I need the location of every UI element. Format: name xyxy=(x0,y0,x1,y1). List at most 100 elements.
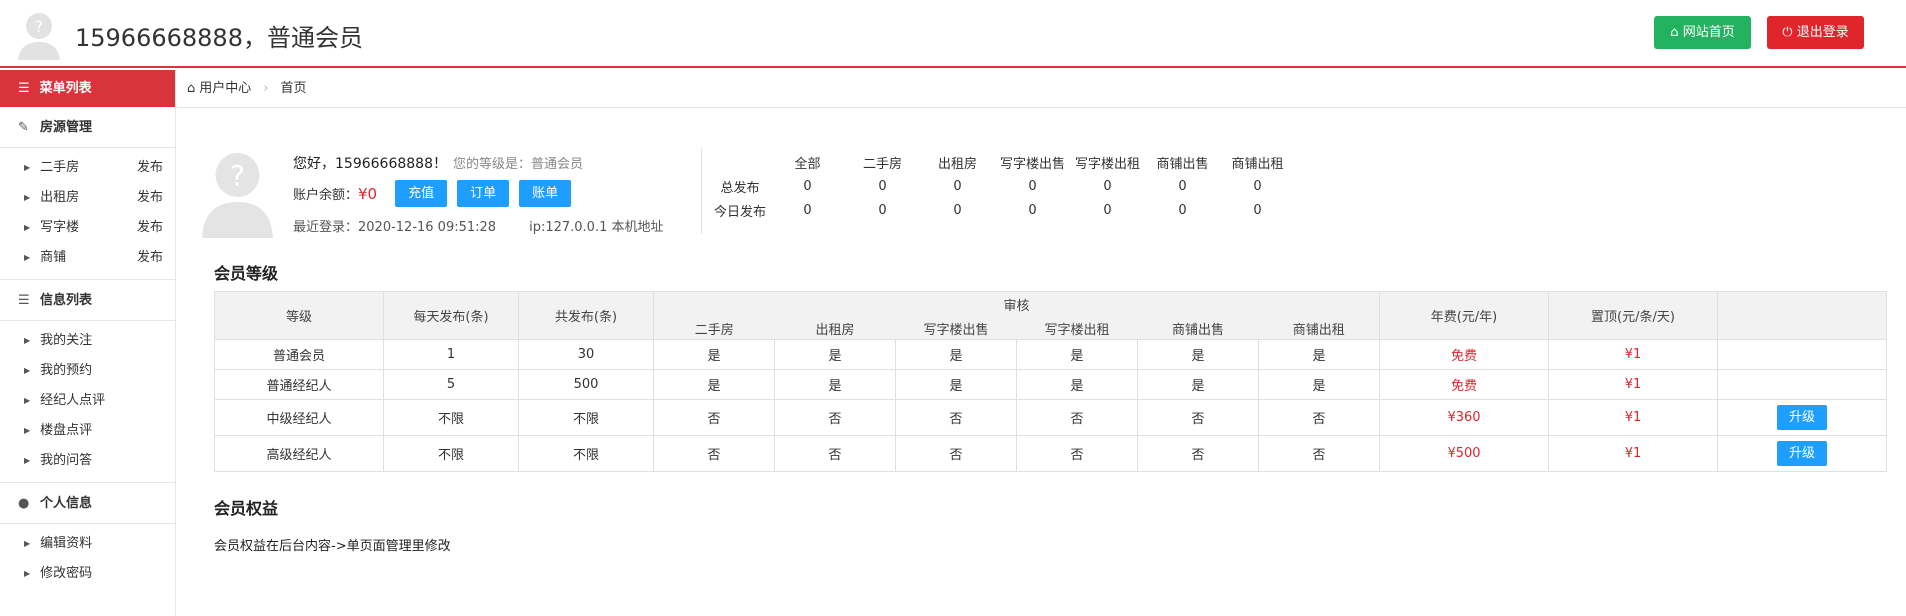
cell-level: 普通会员 xyxy=(214,339,384,370)
cell-audit: 是 xyxy=(1137,369,1259,400)
sidebar-item-label: 编辑资料 xyxy=(40,536,93,551)
table-header-row: 等级 每天发布(条) 共发布(条) 审核 年费(元/年) 置顶(元/条/天) xyxy=(214,291,1887,340)
upgrade-button[interactable]: 升级 xyxy=(1777,405,1827,430)
stats-header: 写字楼出租 xyxy=(1074,156,1140,172)
stats-value: 0 xyxy=(1178,178,1187,194)
publish-link[interactable]: 发布 xyxy=(137,243,163,273)
greeting: 您好，15966668888！ 您的等级是：普通会员 xyxy=(293,153,583,173)
logout-button[interactable]: ⏻ 退出登录 xyxy=(1767,16,1864,49)
stats-row-label: 今日发布 xyxy=(713,204,766,220)
breadcrumb: ⌂ 用户中心 › 首页 xyxy=(177,70,1906,108)
breadcrumb-separator: › xyxy=(263,81,269,96)
caret-right-icon: ▶ xyxy=(24,539,31,548)
sidebar-item-label: 经纪人点评 xyxy=(40,393,106,408)
breadcrumb-root[interactable]: 用户中心 xyxy=(199,81,251,96)
stats-header-row: 全部 二手房 出租房 写字楼出售 写字楼出租 商铺出售 商铺出租 xyxy=(710,150,1295,174)
sidebar-group-info[interactable]: ☰ 信息列表 xyxy=(0,280,175,321)
col-audit-sub: 写字楼出租 xyxy=(1016,317,1138,340)
sidebar-group-house[interactable]: ✎ 房源管理 xyxy=(0,107,175,148)
sidebar-item-estate-review[interactable]: ▶ 楼盘点评 xyxy=(0,416,175,446)
cell-action: 升级 xyxy=(1717,399,1887,436)
orders-button[interactable]: 订单 xyxy=(457,180,510,207)
sidebar-item-chuzufang[interactable]: ▶ 出租房 发布 xyxy=(0,183,175,213)
stats-value: 0 xyxy=(803,178,812,194)
svg-text:?: ? xyxy=(230,159,245,192)
cell-total: 500 xyxy=(518,369,654,400)
table-row: 普通会员 1 30 是 是 是 是 是 是 免费 ¥1 xyxy=(214,339,1887,370)
stats-header: 商铺出售 xyxy=(1156,156,1209,172)
table-row: 中级经纪人 不限 不限 否 否 否 否 否 否 ¥360 ¥1 升级 xyxy=(214,399,1887,436)
cell-level: 普通经纪人 xyxy=(214,369,384,400)
member-level-title: 会员等级 xyxy=(214,264,279,283)
cell-audit: 否 xyxy=(774,399,896,436)
cell-audit: 是 xyxy=(1137,339,1259,370)
sidebar-item-label: 我的预约 xyxy=(40,363,93,378)
home-icon: ⌂ xyxy=(187,81,196,96)
balance-row: 账户余额：¥0 充值 订单 账单 xyxy=(293,180,581,208)
member-rights-text: 会员权益在后台内容->单页面管理里修改 xyxy=(214,539,451,554)
stats-value: 0 xyxy=(878,178,887,194)
cell-audit: 否 xyxy=(653,435,775,472)
sidebar-item-change-password[interactable]: ▶ 修改密码 xyxy=(0,559,175,589)
cell-total: 不限 xyxy=(518,399,654,436)
cell-audit: 否 xyxy=(653,399,775,436)
col-level: 等级 xyxy=(214,291,384,340)
col-audit-sub: 商铺出售 xyxy=(1137,317,1259,340)
menu-list-icon: ☰ xyxy=(18,81,30,96)
group-title-label: 房源管理 xyxy=(40,120,93,135)
cell-level: 中级经纪人 xyxy=(214,399,384,436)
cell-top: ¥1 xyxy=(1548,369,1718,400)
col-fee: 年费(元/年) xyxy=(1379,291,1549,340)
cell-top: ¥1 xyxy=(1548,399,1718,436)
sidebar-group-personal[interactable]: ● 个人信息 xyxy=(0,483,175,524)
sidebar-item-xiezilou[interactable]: ▶ 写字楼 发布 xyxy=(0,213,175,243)
sidebar-item-ershoufang[interactable]: ▶ 二手房 发布 xyxy=(0,153,175,183)
stats-value: 0 xyxy=(953,178,962,194)
sidebar-item-booking[interactable]: ▶ 我的预约 xyxy=(0,356,175,386)
user-title: 15966668888，普通会员 xyxy=(75,24,363,52)
caret-right-icon: ▶ xyxy=(24,223,31,232)
publish-link[interactable]: 发布 xyxy=(137,183,163,213)
site-home-button[interactable]: ⌂ 网站首页 xyxy=(1654,16,1751,49)
cell-action xyxy=(1717,339,1887,370)
cell-audit: 是 xyxy=(653,369,775,400)
sidebar-item-agent-review[interactable]: ▶ 经纪人点评 xyxy=(0,386,175,416)
sidebar-item-qa[interactable]: ▶ 我的问答 xyxy=(0,446,175,476)
breadcrumb-current: 首页 xyxy=(280,81,307,96)
stats-value: 0 xyxy=(1253,202,1262,218)
last-login-time: 最近登录：2020-12-16 09:51:28 xyxy=(293,220,497,235)
sidebar-item-label: 我的关注 xyxy=(40,333,93,348)
sidebar-item-shangpu[interactable]: ▶ 商铺 发布 xyxy=(0,243,175,273)
table-row: 高级经纪人 不限 不限 否 否 否 否 否 否 ¥500 ¥1 升级 xyxy=(214,435,1887,472)
cell-audit: 否 xyxy=(1137,435,1259,472)
sidebar-item-label: 写字楼 xyxy=(40,220,80,235)
sidebar-house-list: ▶ 二手房 发布 ▶ 出租房 发布 ▶ 写字楼 发布 ▶ 商铺 发布 xyxy=(0,148,175,280)
menu-head-label: 菜单列表 xyxy=(39,81,92,96)
publish-link[interactable]: 发布 xyxy=(137,153,163,183)
cell-audit: 是 xyxy=(1016,369,1138,400)
caret-right-icon: ▶ xyxy=(24,366,31,375)
sidebar-item-follow[interactable]: ▶ 我的关注 xyxy=(0,326,175,356)
caret-right-icon: ▶ xyxy=(24,253,31,262)
sidebar-item-label: 修改密码 xyxy=(40,566,93,581)
stats-value: 0 xyxy=(1178,202,1187,218)
cell-top: ¥1 xyxy=(1548,435,1718,472)
cell-daily: 不限 xyxy=(383,399,519,436)
bills-button[interactable]: 账单 xyxy=(519,180,572,207)
user-icon: ● xyxy=(18,496,30,511)
caret-right-icon: ▶ xyxy=(24,336,31,345)
col-top: 置顶(元/条/天) xyxy=(1548,291,1718,340)
sidebar: ☰ 菜单列表 ✎ 房源管理 ▶ 二手房 发布 ▶ 出租房 发布 ▶ 写字楼 发布 ▶ 商铺 发布 ☰… xyxy=(0,70,176,616)
cell-audit: 否 xyxy=(895,399,1017,436)
sidebar-item-edit-profile[interactable]: ▶ 编辑资料 xyxy=(0,529,175,559)
col-audit-sub: 商铺出租 xyxy=(1258,317,1380,340)
upgrade-button[interactable]: 升级 xyxy=(1777,441,1827,466)
caret-right-icon: ▶ xyxy=(24,456,31,465)
publish-link[interactable]: 发布 xyxy=(137,213,163,243)
recharge-button[interactable]: 充值 xyxy=(395,180,448,207)
cell-audit: 是 xyxy=(774,369,896,400)
sidebar-info-list: ▶ 我的关注 ▶ 我的预约 ▶ 经纪人点评 ▶ 楼盘点评 ▶ 我的问答 xyxy=(0,321,175,483)
sidebar-item-label: 二手房 xyxy=(40,160,80,175)
cell-daily: 5 xyxy=(383,369,519,400)
sidebar-menu-head: ☰ 菜单列表 xyxy=(0,70,175,107)
